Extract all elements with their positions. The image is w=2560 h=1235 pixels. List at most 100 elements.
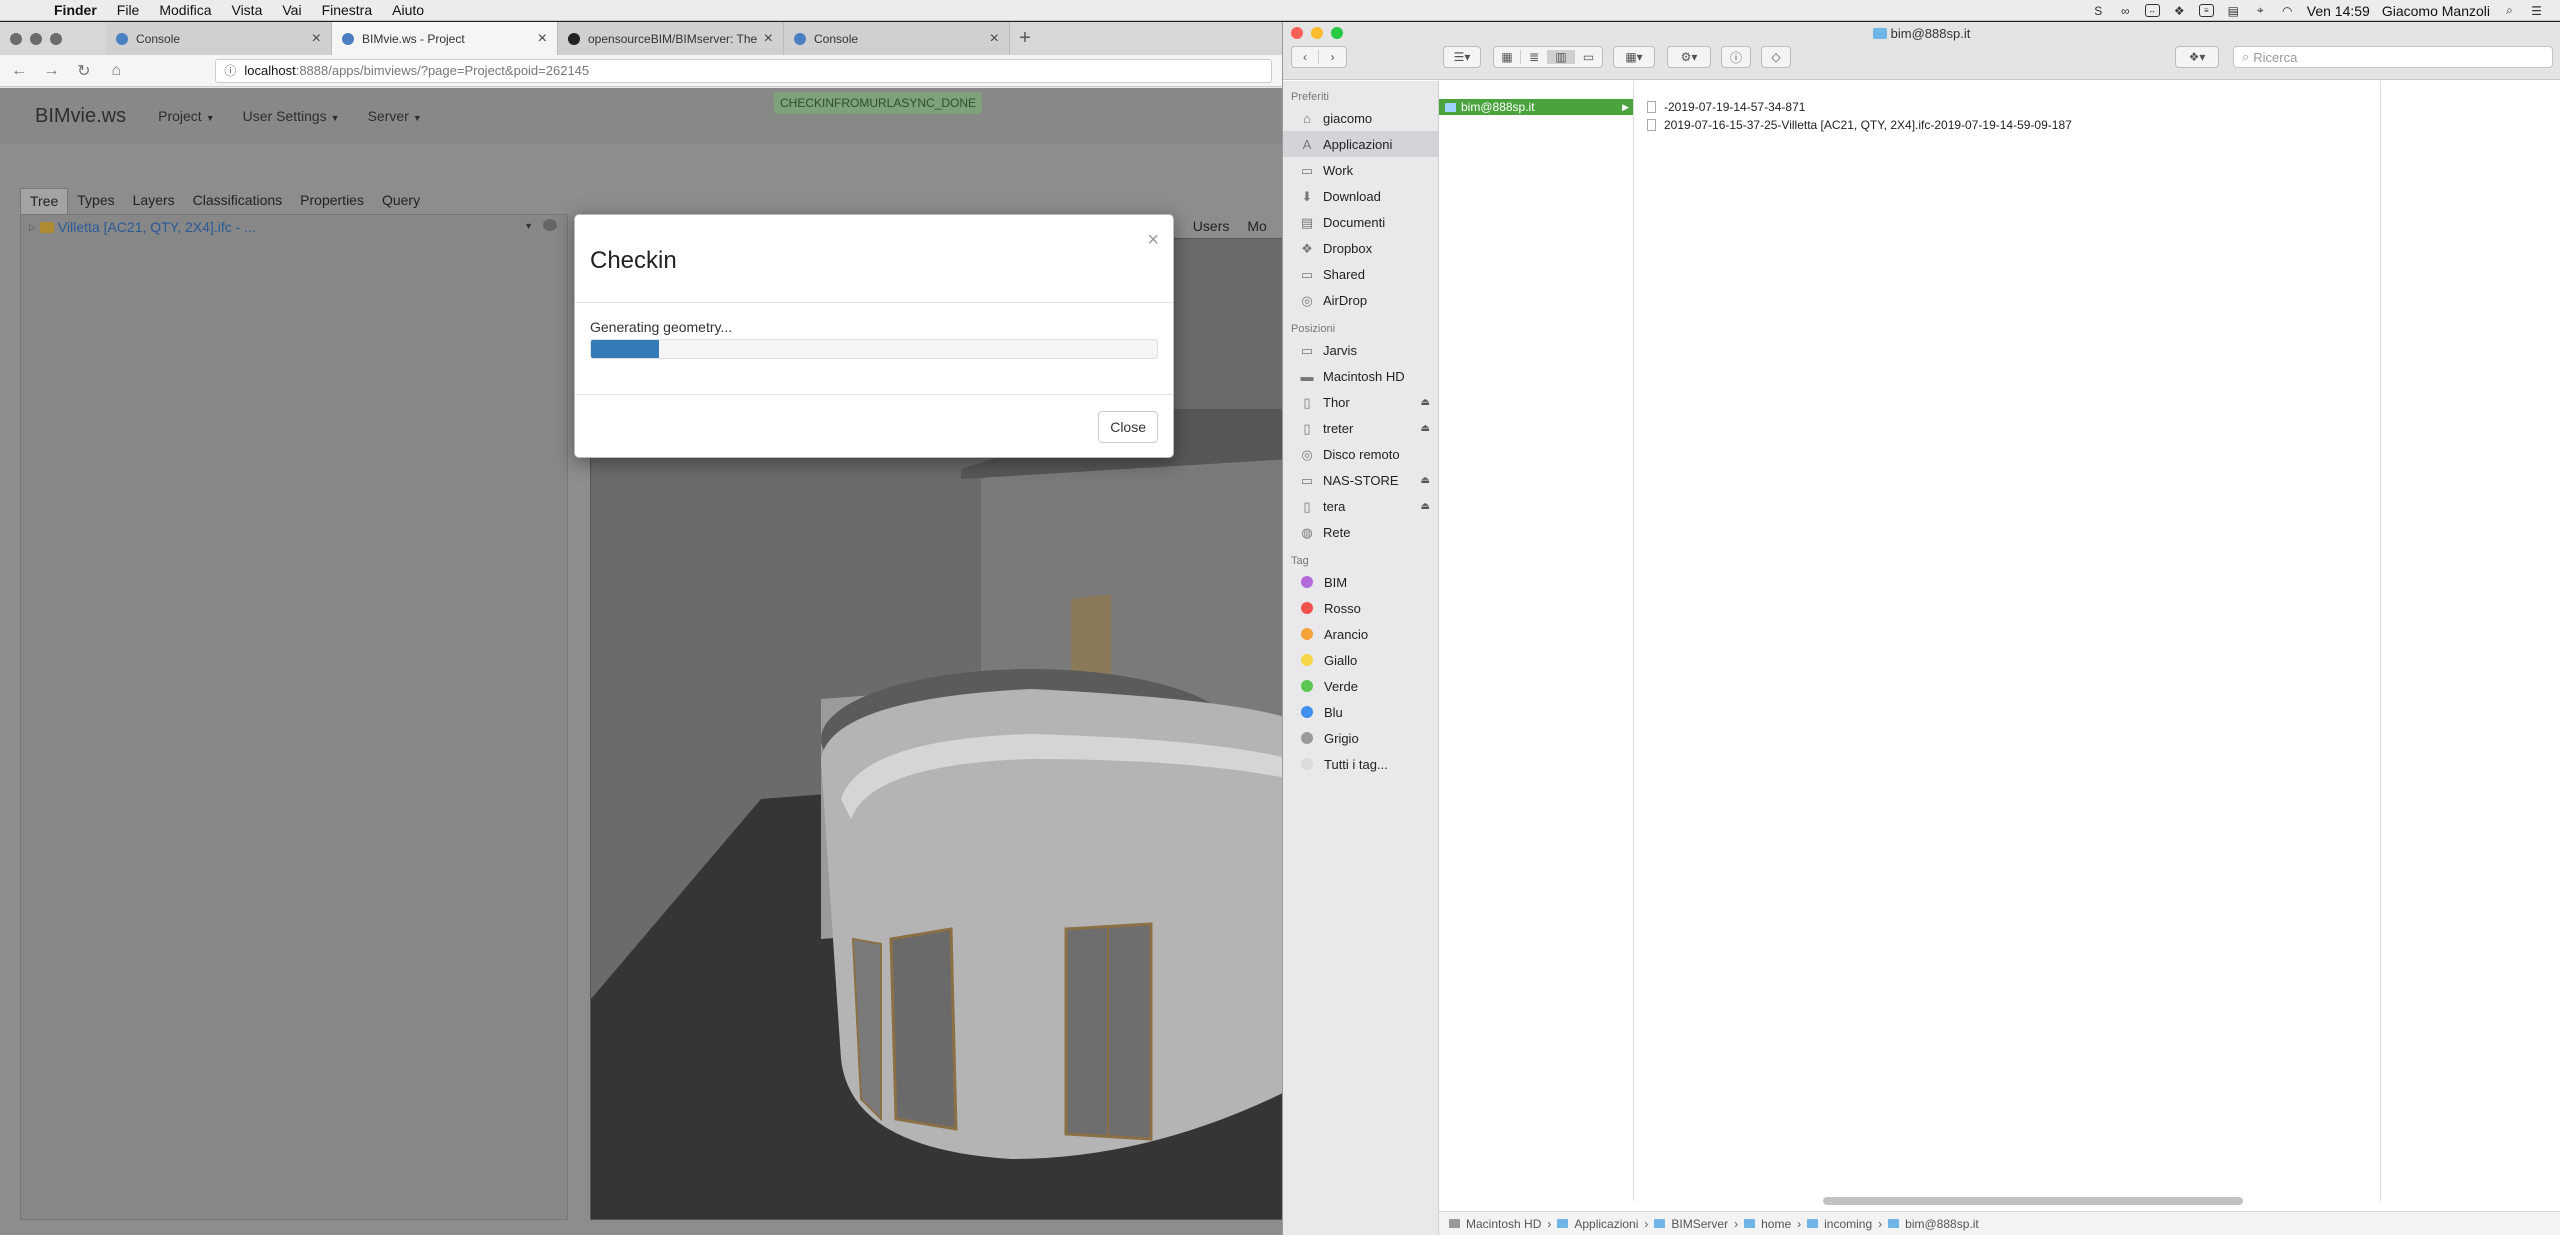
file-item[interactable]: -2019-07-19-14-57-34-871 — [1635, 98, 2380, 116]
tab-console-2[interactable]: Console × — [784, 22, 1010, 55]
teamviewer-icon[interactable]: ↔ — [2144, 4, 2160, 17]
skype-icon[interactable]: S — [2091, 4, 2106, 18]
menu-aiuto[interactable]: Aiuto — [382, 2, 434, 18]
back-icon[interactable]: ← — [10, 62, 28, 80]
menu-modifica[interactable]: Modifica — [149, 2, 221, 18]
reload-icon[interactable]: ↻ — [75, 61, 93, 81]
dropdown-caret-icon[interactable]: ▼ — [524, 221, 533, 231]
menu-vista[interactable]: Vista — [221, 2, 272, 18]
menu-vai[interactable]: Vai — [272, 2, 311, 18]
forward-chevron-icon[interactable]: › — [1319, 50, 1346, 64]
sidebar-tag-all-tags[interactable]: Tutti i tag... — [1283, 751, 1438, 777]
column-view-icon[interactable]: ▥ — [1548, 50, 1575, 64]
user-name[interactable]: Giacomo Manzoli — [2382, 3, 2490, 19]
sidebar-tag-rosso[interactable]: Rosso — [1283, 595, 1438, 621]
column-item-selected-folder[interactable]: bim@888sp.it ▶ — [1439, 99, 1633, 115]
gallery-view-icon[interactable]: ▭ — [1575, 50, 1602, 64]
menu-file[interactable]: File — [107, 2, 150, 18]
sidebar-item-documenti[interactable]: ▤ Documenti — [1283, 209, 1438, 235]
tab-tree[interactable]: Tree — [20, 188, 69, 214]
sidebar-item-tera[interactable]: ▯ tera ⏏ — [1283, 493, 1438, 519]
notification-center-icon[interactable]: ☰ — [2529, 4, 2544, 18]
close-button[interactable]: Close — [1098, 411, 1158, 443]
sidebar-item-rete[interactable]: ◍ Rete — [1283, 519, 1438, 545]
expand-triangle-icon[interactable]: ▷ — [29, 222, 36, 233]
menu-server[interactable]: Server ▼ — [368, 108, 422, 124]
dropbox-sync-icon[interactable]: ≡ — [2198, 4, 2214, 17]
spotlight-icon[interactable]: ⌕ — [2502, 3, 2517, 17]
tab-types[interactable]: Types — [68, 188, 123, 214]
search-input[interactable]: ⌕ Ricerca — [2233, 46, 2553, 68]
eject-icon[interactable]: ⏏ — [1421, 475, 1430, 486]
new-tab-button[interactable]: + — [1010, 22, 1040, 55]
info-button[interactable]: ⓘ — [1721, 46, 1751, 68]
menu-user-settings[interactable]: User Settings ▼ — [243, 108, 340, 124]
sidebar-item-dropbox[interactable]: ❖ Dropbox — [1283, 235, 1438, 261]
address-bar[interactable]: ⓘ localhost:8888/apps/bimviews/?page=Pro… — [215, 58, 1272, 83]
path-segment[interactable]: bim@888sp.it — [1905, 1217, 1979, 1231]
back-chevron-icon[interactable]: ‹ — [1292, 50, 1319, 64]
close-window-icon[interactable] — [10, 33, 22, 45]
sidebar-tag-giallo[interactable]: Giallo — [1283, 647, 1438, 673]
network-icon[interactable]: ⌖ — [2253, 3, 2268, 17]
sidebar-tag-grigio[interactable]: Grigio — [1283, 725, 1438, 751]
eject-icon[interactable]: ⏏ — [1421, 423, 1430, 434]
tab-query[interactable]: Query — [373, 188, 429, 214]
tab-bimviews-project[interactable]: BIMvie.ws - Project × — [332, 22, 558, 55]
eject-icon[interactable]: ⏏ — [1421, 397, 1430, 408]
close-icon[interactable]: × — [1147, 229, 1159, 252]
sidebar-item-airdrop[interactable]: ◎ AirDrop — [1283, 287, 1438, 313]
home-icon[interactable]: ⌂ — [107, 62, 125, 80]
path-segment[interactable]: Applicazioni — [1574, 1217, 1638, 1231]
dropbox-button[interactable]: ❖▾ — [2175, 46, 2219, 68]
sidebar-item-nas-store[interactable]: ▭ NAS-STORE ⏏ — [1283, 467, 1438, 493]
sidebar-tag-verde[interactable]: Verde — [1283, 673, 1438, 699]
clock[interactable]: Ven 14:59 — [2307, 3, 2370, 19]
dropbox-icon[interactable]: ❖ — [2172, 4, 2187, 18]
note-icon[interactable]: ▤ — [2226, 4, 2241, 18]
eye-icon[interactable] — [543, 219, 557, 231]
sidebar-item-macintosh-hd[interactable]: ▬ Macintosh HD — [1283, 363, 1438, 389]
tab-properties[interactable]: Properties — [291, 188, 373, 214]
sidebar-item-work[interactable]: ▭ Work — [1283, 157, 1438, 183]
sidebar-item-giacomo[interactable]: ⌂ giacomo — [1283, 105, 1438, 131]
menu-project[interactable]: Project ▼ — [158, 108, 215, 124]
tag-button[interactable]: ◇ — [1761, 46, 1791, 68]
path-segment[interactable]: Macintosh HD — [1466, 1217, 1541, 1231]
tab-close-icon[interactable]: × — [312, 30, 321, 48]
sidebar-item-treter[interactable]: ▯ treter ⏏ — [1283, 415, 1438, 441]
site-info-icon[interactable]: ⓘ — [224, 62, 236, 79]
brand-logo[interactable]: BIMvie.ws — [35, 105, 126, 128]
sidebar-item-thor[interactable]: ▯ Thor ⏏ — [1283, 389, 1438, 415]
menu-finestra[interactable]: Finestra — [312, 2, 383, 18]
menu-app-finder[interactable]: Finder — [44, 2, 107, 18]
icon-view-icon[interactable]: ▦ — [1494, 50, 1521, 64]
tab-console-1[interactable]: Console × — [106, 22, 332, 55]
file-item[interactable]: 2019-07-16-15-37-25-Villetta [AC21, QTY,… — [1635, 116, 2380, 134]
action-button[interactable]: ⚙▾ — [1667, 46, 1711, 68]
sidebar-item-download[interactable]: ⬇ Download — [1283, 183, 1438, 209]
tab-close-icon[interactable]: × — [538, 30, 547, 48]
zoom-window-icon[interactable] — [50, 33, 62, 45]
wifi-icon[interactable]: ◠ — [2280, 4, 2295, 18]
horizontal-scrollbar[interactable] — [1823, 1197, 2243, 1205]
right-nav-item-more[interactable]: Mo — [1247, 218, 1266, 234]
sidebar-tag-arancio[interactable]: Arancio — [1283, 621, 1438, 647]
tab-close-icon[interactable]: × — [764, 30, 773, 48]
list-view-icon[interactable]: ≣ — [1521, 50, 1548, 64]
sidebar-tag-blu[interactable]: Blu — [1283, 699, 1438, 725]
tab-classifications[interactable]: Classifications — [184, 188, 291, 214]
tree-root-node[interactable]: ▷ Villetta [AC21, QTY, 2X4].ifc - ... — [29, 219, 256, 235]
glasses-icon[interactable]: ∞ — [2118, 4, 2133, 18]
forward-icon[interactable]: → — [42, 62, 60, 80]
right-nav-item-users[interactable]: Users — [1193, 218, 1230, 234]
path-segment[interactable]: home — [1761, 1217, 1791, 1231]
sidebar-item-disco-remoto[interactable]: ◎ Disco remoto — [1283, 441, 1438, 467]
sidebar-item-shared[interactable]: ▭ Shared — [1283, 261, 1438, 287]
tab-close-icon[interactable]: × — [990, 30, 999, 48]
eject-icon[interactable]: ⏏ — [1421, 501, 1430, 512]
sidebar-item-jarvis[interactable]: ▭ Jarvis — [1283, 337, 1438, 363]
path-segment[interactable]: incoming — [1824, 1217, 1872, 1231]
minimize-window-icon[interactable] — [30, 33, 42, 45]
arrange-button[interactable]: ☰▾ — [1443, 46, 1481, 68]
